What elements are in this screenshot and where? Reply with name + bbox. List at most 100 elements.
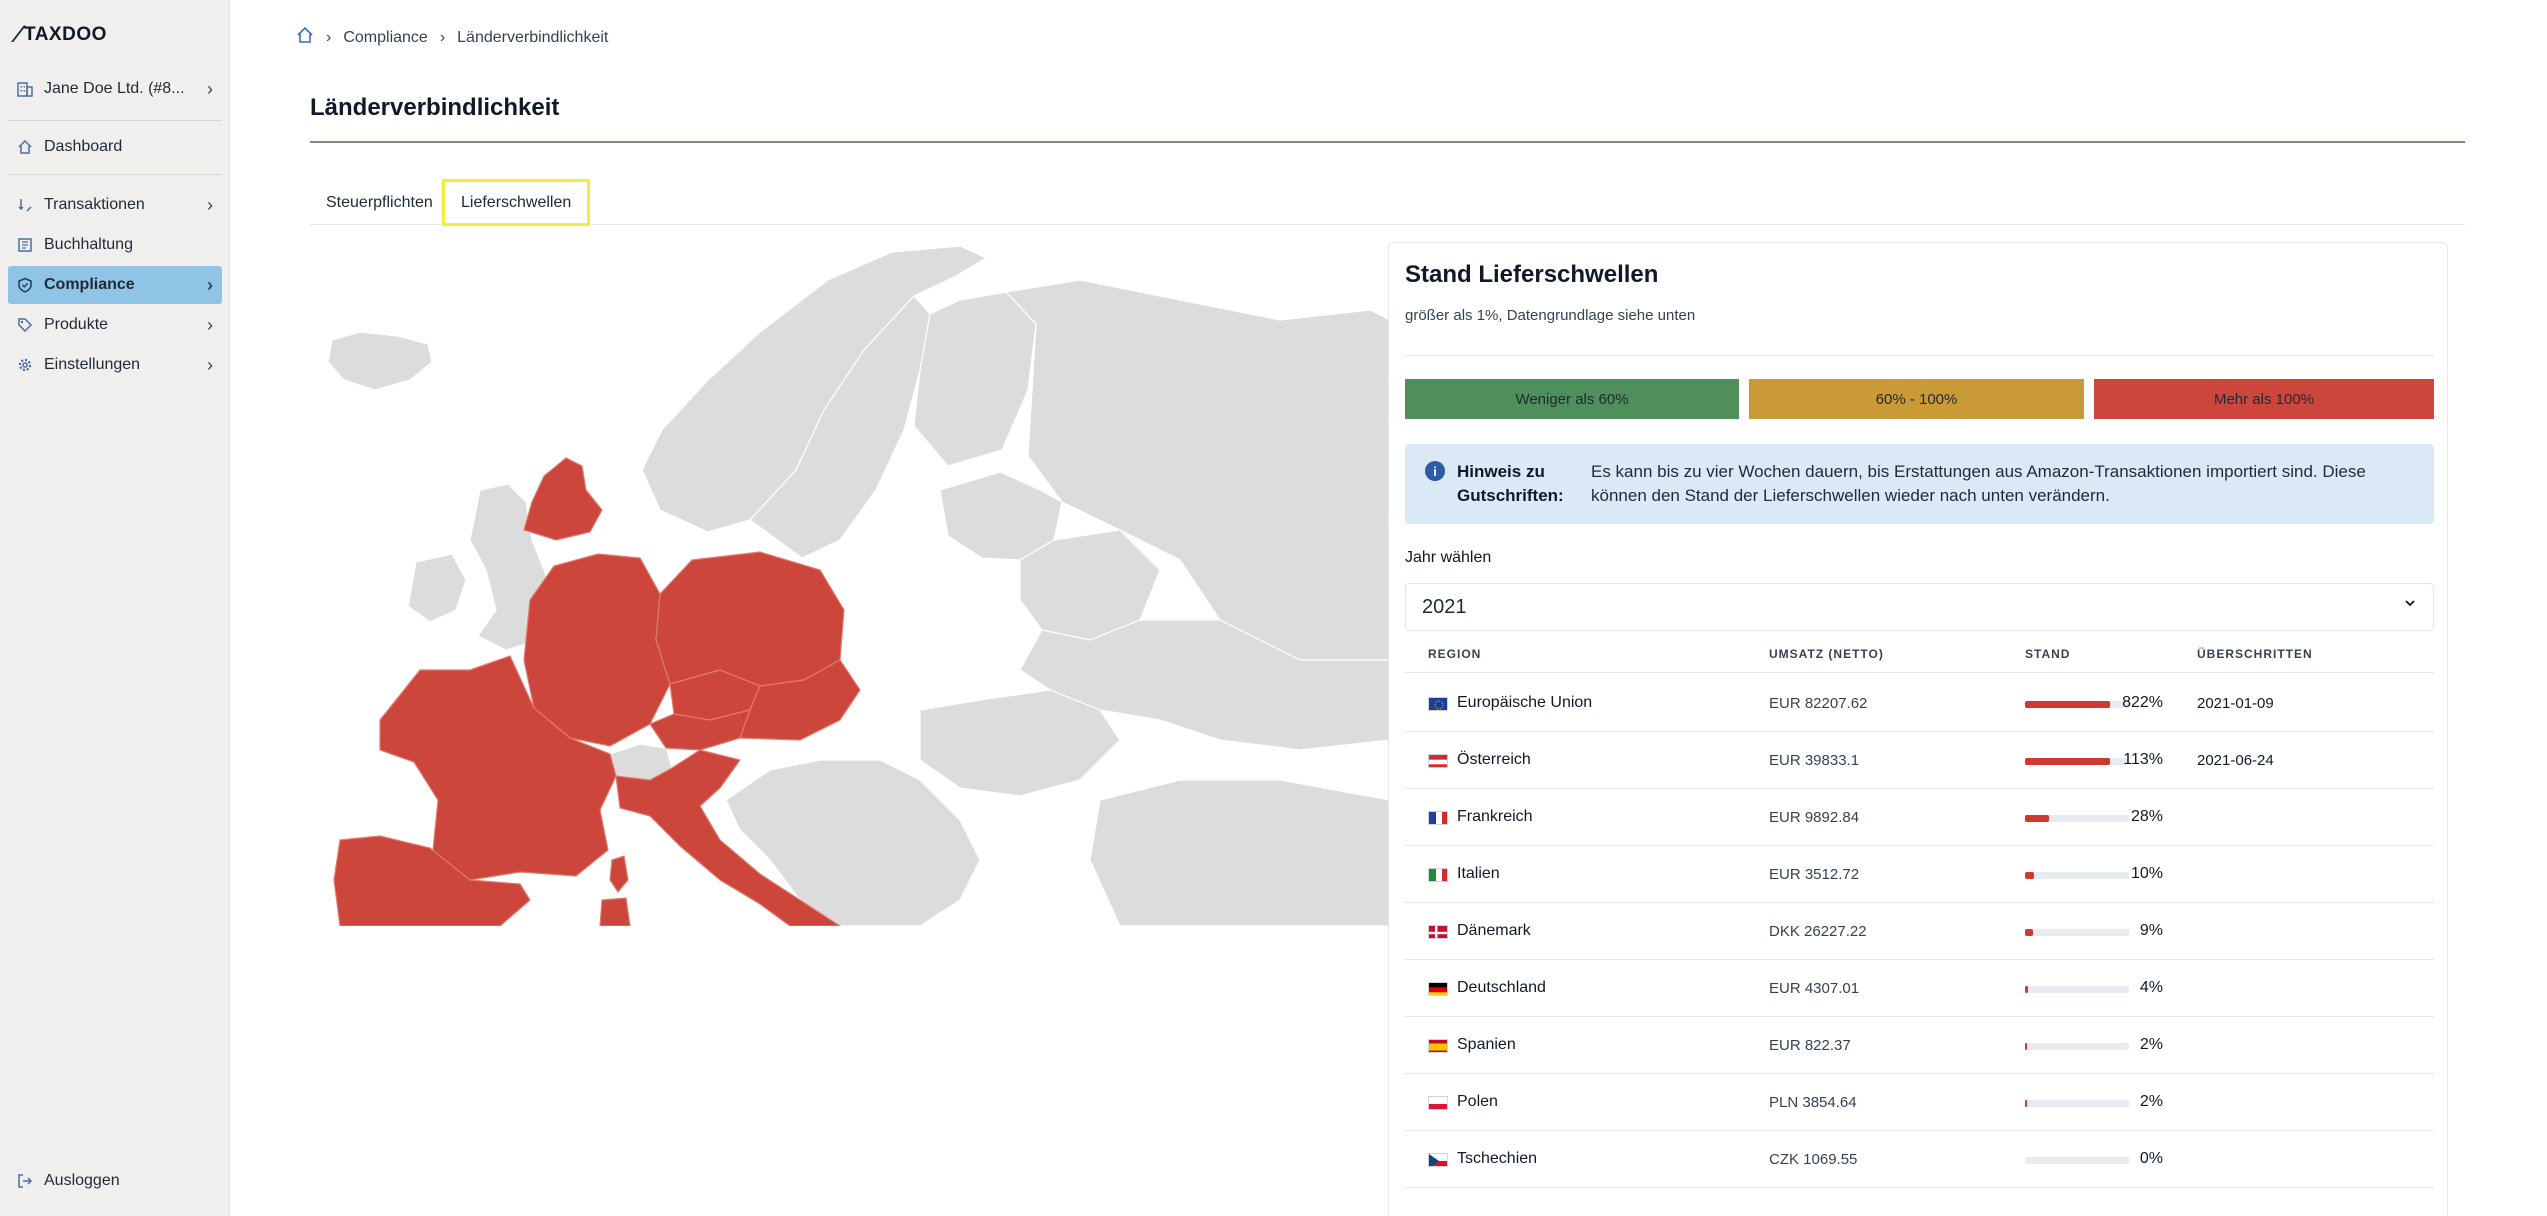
legend-60-100: 60% - 100% xyxy=(1749,379,2084,419)
sidebar-item-transaktionen[interactable]: Transaktionen › xyxy=(8,186,222,224)
progress-percent: 2% xyxy=(2139,1036,2163,1053)
hint-box: i Hinweis zu Gutschriften: Es kann bis z… xyxy=(1405,444,2434,524)
exceeded-date: 2021-06-24 xyxy=(2197,752,2274,769)
region-name: Polen xyxy=(1457,1093,1498,1110)
revenue-amount: EUR 822.37 xyxy=(1769,1037,1851,1054)
flag-eu-icon xyxy=(1428,697,1448,711)
region-name: Europäische Union xyxy=(1457,694,1593,711)
legend-under-60: Weniger als 60% xyxy=(1405,379,1739,419)
map-sardinia[interactable] xyxy=(599,897,631,927)
card-divider xyxy=(1405,355,2434,356)
progress-fill xyxy=(2025,872,2034,879)
ledger-icon xyxy=(16,236,34,254)
table-row[interactable]: Frankreich EUR 9892.84 28% xyxy=(1405,789,2434,846)
sidebar-divider xyxy=(8,120,222,121)
progress-fill xyxy=(2025,1100,2027,1107)
table-row[interactable]: Italien EUR 3512.72 10% xyxy=(1405,846,2434,903)
table-row[interactable]: Dänemark DKK 26227.22 9% xyxy=(1405,903,2434,960)
progress-percent: 822% xyxy=(2122,694,2163,711)
home-icon[interactable] xyxy=(296,26,314,49)
threshold-card: Stand Lieferschwellen größer als 1%, Dat… xyxy=(1388,242,2448,1216)
revenue-amount: PLN 3854.64 xyxy=(1769,1094,1857,1111)
chevron-down-icon xyxy=(2403,596,2417,615)
chevron-right-icon: › xyxy=(207,78,213,99)
map-corsica[interactable] xyxy=(609,855,629,894)
exceeded-date: 2021-01-09 xyxy=(2197,695,2274,712)
logo-mark-icon: ⁄ xyxy=(16,21,21,48)
map-iceland[interactable] xyxy=(327,331,433,391)
table-row[interactable]: Europäische Union EUR 82207.62 822% 2021-01… xyxy=(1405,675,2434,732)
chevron-right-icon: › xyxy=(207,354,213,375)
logout-icon xyxy=(16,1172,34,1190)
sidebar-item-buchhaltung[interactable]: Buchhaltung xyxy=(8,226,222,264)
region-name: Italien xyxy=(1457,865,1500,882)
logout-label: Ausloggen xyxy=(44,1172,120,1189)
column-header-stand[interactable]: STAND xyxy=(2025,647,2070,661)
region-name: Frankreich xyxy=(1457,808,1533,825)
map-poland[interactable] xyxy=(655,551,845,687)
column-header-ueberschritten[interactable]: ÜBERSCHRITTEN xyxy=(2197,647,2313,661)
progress-fill xyxy=(2025,1043,2027,1050)
company-switcher[interactable]: Jane Doe Ltd. (#8... › xyxy=(8,70,222,108)
region-name: Deutschland xyxy=(1457,979,1546,996)
chevron-right-icon: › xyxy=(207,314,213,335)
revenue-amount: DKK 26227.22 xyxy=(1769,923,1867,940)
sidebar-item-compliance[interactable]: Compliance › xyxy=(8,266,222,304)
breadcrumb-item[interactable]: Länderverbindlichkeit xyxy=(457,29,608,47)
progress-fill xyxy=(2025,986,2029,993)
breadcrumb-separator: › xyxy=(326,28,332,46)
flag-fr-icon xyxy=(1428,811,1448,825)
column-header-region[interactable]: REGION xyxy=(1428,647,1481,661)
region-name: Österreich xyxy=(1457,751,1531,768)
sidebar-item-einstellungen[interactable]: Einstellungen › xyxy=(8,346,222,384)
sidebar-item-label: Buchhaltung xyxy=(44,236,133,253)
revenue-amount: EUR 39833.1 xyxy=(1769,752,1860,769)
flag-cz-icon xyxy=(1428,1153,1448,1167)
region-name: Tschechien xyxy=(1457,1150,1538,1167)
europe-map[interactable] xyxy=(320,240,1391,927)
legend-over-100: Mehr als 100% xyxy=(2094,379,2434,419)
revenue-amount: EUR 4307.01 xyxy=(1769,980,1860,997)
info-icon: i xyxy=(1425,461,1445,481)
column-header-umsatz[interactable]: UMSATZ (NETTO) xyxy=(1769,647,1884,661)
taxdoo-logo[interactable]: ⁄ TAXDOO xyxy=(16,21,107,48)
breadcrumb: › Compliance › Länderverbindlichkeit xyxy=(296,26,608,49)
logout-button[interactable]: Ausloggen xyxy=(8,1162,222,1200)
revenue-amount: CZK 1069.55 xyxy=(1769,1151,1858,1168)
sidebar-divider xyxy=(8,174,222,175)
gear-icon xyxy=(16,356,34,374)
progress-fill xyxy=(2025,929,2033,936)
chevron-right-icon: › xyxy=(207,274,213,295)
table-row[interactable]: Spanien EUR 822.37 2% xyxy=(1405,1017,2434,1074)
hint-title: Hinweis zu Gutschriften: xyxy=(1457,462,1564,505)
sidebar-item-label: Dashboard xyxy=(44,138,123,155)
year-value: 2021 xyxy=(1422,595,1467,618)
building-icon xyxy=(16,80,34,98)
sidebar-item-produkte[interactable]: Produkte › xyxy=(8,306,222,344)
sidebar: ⁄ TAXDOO Jane Doe Ltd. (#8... › Dashboar… xyxy=(0,0,230,1216)
map-turkey-west[interactable] xyxy=(1089,779,1391,927)
map-denmark[interactable] xyxy=(523,457,603,541)
table-row[interactable]: Polen PLN 3854.64 2% xyxy=(1405,1074,2434,1131)
flag-at-icon xyxy=(1428,754,1448,768)
sidebar-item-label: Transaktionen xyxy=(44,196,145,213)
table-row[interactable]: Österreich EUR 39833.1 113% 2021-06-24 xyxy=(1405,732,2434,789)
sidebar-item-dashboard[interactable]: Dashboard xyxy=(8,128,222,166)
page-title: Länderverbindlichkeit xyxy=(310,94,560,121)
transactions-icon xyxy=(16,196,34,214)
shield-icon xyxy=(16,276,34,294)
tab-steuerpflichten[interactable]: Steuerpflichten xyxy=(310,180,449,225)
table-row[interactable]: Tschechien CZK 1069.55 0% xyxy=(1405,1131,2434,1188)
sidebar-item-label: Produkte xyxy=(44,316,109,333)
year-select[interactable]: 2021 xyxy=(1405,583,2434,631)
tab-lieferschwellen[interactable]: Lieferschwellen xyxy=(442,179,591,226)
chevron-right-icon: › xyxy=(207,194,213,215)
map-finland[interactable] xyxy=(913,291,1037,467)
table-row[interactable]: Deutschland EUR 4307.01 4% xyxy=(1405,960,2434,1017)
flag-es-icon xyxy=(1428,1039,1448,1053)
map-ireland[interactable] xyxy=(407,553,467,623)
map-romania-moldova[interactable] xyxy=(919,689,1121,797)
breadcrumb-item[interactable]: Compliance xyxy=(343,29,427,47)
tag-icon xyxy=(16,316,34,334)
year-label: Jahr wählen xyxy=(1405,549,1492,566)
